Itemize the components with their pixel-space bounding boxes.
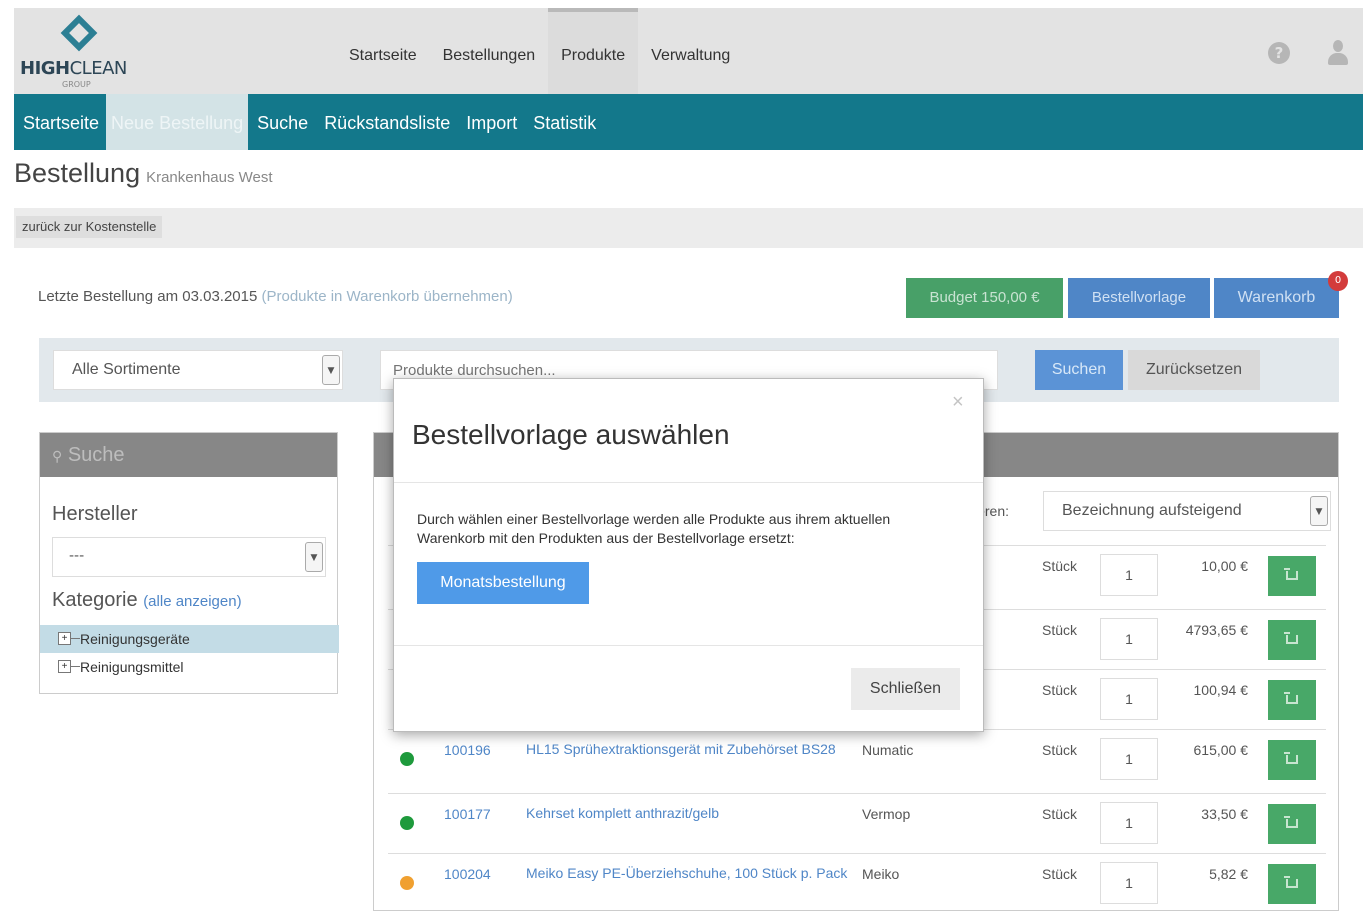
status-dot-icon	[400, 816, 414, 830]
top-header: HIGHCLEAN GROUP Startseite Bestellungen Pr…	[14, 8, 1363, 94]
main-nav-item-startseite[interactable]: Startseite	[336, 8, 430, 94]
sidebar-header: ⚲ Suche	[40, 433, 337, 477]
price: 100,94 €	[1193, 682, 1249, 698]
product-name-link[interactable]: Meiko Easy PE-Überziehschuhe, 100 Stück …	[526, 862, 856, 884]
table-row: 100177 Kehrset komplett anthrazit/gelb Ver…	[388, 793, 1326, 853]
table-row: 100204 Meiko Easy PE-Überziehschuhe, 100 …	[388, 853, 1326, 910]
chevron-down-icon[interactable]: ▼	[322, 355, 340, 385]
cart-icon	[1284, 876, 1298, 888]
main-nav-item-produkte[interactable]: Produkte	[548, 8, 639, 94]
back-bar: zurück zur Kostenstelle	[14, 208, 1363, 248]
expand-icon[interactable]: +	[58, 632, 71, 645]
main-nav-item-bestellungen[interactable]: Bestellungen	[430, 8, 549, 94]
expand-icon[interactable]: +	[58, 660, 71, 673]
manufacturer: Vermop	[862, 806, 911, 822]
product-name-link[interactable]: Kehrset komplett anthrazit/gelb	[526, 802, 856, 824]
manufacturer: Numatic	[862, 742, 914, 758]
unit: Stück	[1042, 558, 1078, 574]
cart-icon	[1284, 752, 1298, 764]
manufacturer-label: Hersteller	[52, 503, 138, 525]
sub-nav-item-1[interactable]: Neue Bestellung	[106, 94, 249, 150]
search-sidebar: ⚲ Suche Hersteller --- ▼ Kategorie (alle…	[39, 432, 339, 694]
category-label: Kategorie (alle anzeigen)	[52, 589, 242, 611]
modal-title: Bestellvorlage auswählen	[412, 419, 730, 450]
close-icon[interactable]: ×	[952, 391, 964, 414]
assortment-select[interactable]: Alle Sortimente ▼	[53, 350, 343, 390]
monthly-order-template-button[interactable]: Monatsbestellung	[417, 562, 589, 604]
manufacturer: Meiko	[862, 866, 900, 882]
close-modal-button[interactable]: Schließen	[851, 668, 960, 710]
add-to-cart-button[interactable]	[1268, 620, 1316, 660]
sub-nav-item-0[interactable]: Startseite	[14, 94, 106, 150]
user-icon[interactable]	[1326, 40, 1350, 66]
add-to-cart-button[interactable]	[1268, 556, 1316, 596]
product-number[interactable]: 100204	[444, 866, 491, 882]
page-title: Bestellung Krankenhaus West	[14, 158, 273, 188]
status-dot-icon	[400, 752, 414, 766]
cart-button[interactable]: Warenkorb	[1214, 278, 1339, 318]
sub-nav-item-5[interactable]: Statistik	[524, 94, 603, 150]
unit: Stück	[1042, 806, 1078, 822]
quantity-input[interactable]: 1	[1100, 738, 1158, 780]
price: 4793,65 €	[1185, 622, 1248, 638]
add-to-cart-button[interactable]	[1268, 680, 1316, 720]
budget-button[interactable]: Budget 150,00 €	[906, 278, 1063, 318]
quantity-input[interactable]: 1	[1100, 862, 1158, 904]
status-dot-icon	[400, 876, 414, 890]
cart-icon	[1284, 568, 1298, 580]
add-to-cart-button[interactable]	[1268, 804, 1316, 844]
search-icon: ⚲	[52, 448, 63, 464]
help-icon[interactable]: ?	[1268, 42, 1290, 64]
copy-to-cart-link[interactable]: (Produkte in Warenkorb übernehmen)	[262, 288, 513, 305]
sub-nav: Startseite Neue Bestellung Suche Rückstands…	[14, 94, 1363, 150]
unit: Stück	[1042, 866, 1078, 882]
search-button[interactable]: Suchen	[1035, 350, 1123, 390]
unit: Stück	[1042, 622, 1078, 638]
price: 33,50 €	[1201, 806, 1248, 822]
manufacturer-select[interactable]: --- ▼	[52, 537, 326, 577]
cart-count-badge: 0	[1328, 271, 1348, 291]
unit: Stück	[1042, 742, 1078, 758]
sub-nav-item-2[interactable]: Suche	[248, 94, 315, 150]
quantity-input[interactable]: 1	[1100, 618, 1158, 660]
cart-icon	[1284, 692, 1298, 704]
main-nav-item-verwaltung[interactable]: Verwaltung	[638, 8, 743, 94]
chevron-down-icon[interactable]: ▼	[1310, 496, 1328, 526]
sort-select[interactable]: Bezeichnung aufsteigend ▼	[1043, 491, 1331, 531]
category-item-reinigungsgeraete[interactable]: + Reinigungsgeräte	[40, 625, 339, 653]
category-item-reinigungsmittel[interactable]: + Reinigungsmittel	[40, 653, 339, 681]
page-subtitle: Krankenhaus West	[146, 169, 273, 186]
last-order-info: Letzte Bestellung am 03.03.2015 (Produkt…	[38, 288, 513, 305]
sub-nav-item-4[interactable]: Import	[457, 94, 524, 150]
chevron-down-icon[interactable]: ▼	[305, 542, 323, 572]
show-all-categories-link[interactable]: (alle anzeigen)	[143, 593, 241, 610]
product-number[interactable]: 100177	[444, 806, 491, 822]
brand-logo[interactable]: HIGHCLEAN GROUP	[20, 14, 132, 90]
price: 10,00 €	[1201, 558, 1248, 574]
order-template-modal: × Bestellvorlage auswählen Durch wählen …	[393, 378, 984, 732]
add-to-cart-button[interactable]	[1268, 740, 1316, 780]
modal-description: Durch wählen einer Bestellvorlage werden…	[417, 511, 891, 546]
quantity-input[interactable]: 1	[1100, 554, 1158, 596]
product-name-link[interactable]: HL15 Sprühextraktionsgerät mit Zubehörse…	[526, 738, 856, 760]
back-to-cost-center-button[interactable]: zurück zur Kostenstelle	[16, 216, 163, 238]
cart-icon	[1284, 816, 1298, 828]
price: 5,82 €	[1209, 866, 1248, 882]
order-template-button[interactable]: Bestellvorlage	[1068, 278, 1210, 318]
reset-button[interactable]: Zurücksetzen	[1128, 350, 1260, 390]
cart-icon	[1284, 632, 1298, 644]
quantity-input[interactable]: 1	[1100, 678, 1158, 720]
table-row: 100196 HL15 Sprühextraktionsgerät mit Zub…	[388, 729, 1326, 793]
product-number[interactable]: 100196	[444, 742, 491, 758]
main-nav: Startseite Bestellungen Produkte Verwaltung	[336, 8, 743, 94]
quantity-input[interactable]: 1	[1100, 802, 1158, 844]
price: 615,00 €	[1193, 742, 1249, 758]
unit: Stück	[1042, 682, 1078, 698]
add-to-cart-button[interactable]	[1268, 864, 1316, 904]
sub-nav-item-3[interactable]: Rückstandsliste	[315, 94, 457, 150]
